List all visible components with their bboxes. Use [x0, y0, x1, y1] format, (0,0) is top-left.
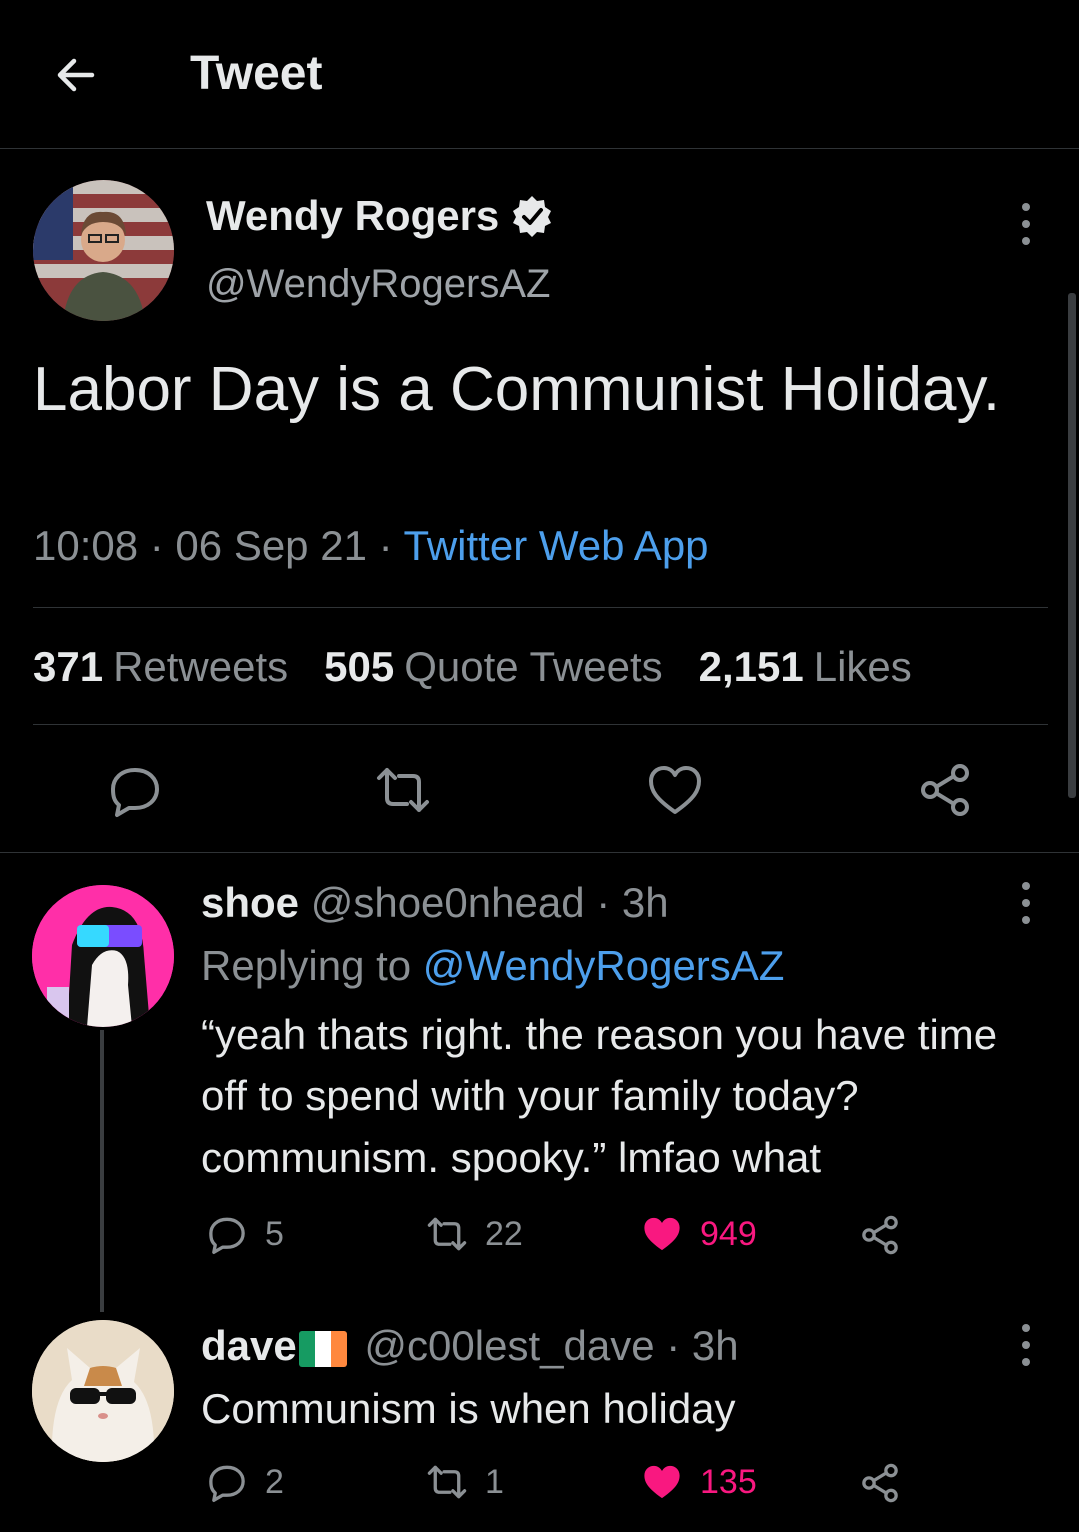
reply-header: shoe @shoe0nhead · 3h [201, 879, 669, 927]
author-name-row: Wendy Rogers [206, 192, 555, 240]
reply-count: 5 [265, 1214, 284, 1253]
divider [33, 724, 1048, 725]
like-action[interactable]: 135 [640, 1460, 757, 1504]
tweet-meta: 10:08 · 06 Sep 21 · Twitter Web App [33, 522, 709, 570]
reply-text: Communism is when holiday [201, 1385, 736, 1432]
replying-to-handle[interactable]: @WendyRogersAZ [423, 942, 785, 989]
reply-author-name[interactable]: shoe [201, 879, 299, 926]
back-arrow-icon[interactable] [50, 50, 100, 100]
reply-author-name[interactable]: dave [201, 1322, 297, 1369]
page-title: Tweet [190, 47, 323, 100]
retweet-icon[interactable] [373, 760, 433, 820]
author-name[interactable]: Wendy Rogers [206, 192, 499, 240]
retweet-count: 1 [485, 1462, 504, 1501]
tweet-stats: 371 Retweets 505 Quote Tweets 2,151 Likes [33, 643, 912, 691]
likes-stat[interactable]: 2,151 Likes [699, 643, 912, 691]
reply-author-avatar[interactable] [32, 1320, 174, 1462]
retweet-count: 22 [485, 1214, 523, 1253]
reply-icon[interactable] [105, 760, 165, 820]
retweet-action[interactable]: 22 [425, 1212, 523, 1256]
reply-text: “yeah thats right. the reason you have t… [201, 1011, 998, 1181]
reply-handle-time[interactable]: @shoe0nhead · 3h [311, 879, 669, 926]
author-handle[interactable]: @WendyRogersAZ [206, 262, 550, 307]
divider [33, 607, 1048, 608]
reply-handle-time[interactable]: @c00lest_dave · 3h [364, 1322, 738, 1369]
top-bar: Tweet [0, 0, 1079, 149]
reply-author-avatar[interactable] [32, 885, 174, 1027]
reply-header: dave @c00lest_dave · 3h [201, 1322, 739, 1370]
share-icon[interactable] [858, 1461, 902, 1505]
tweet-timestamp[interactable]: 10:08 · 06 Sep 21 · [33, 522, 404, 569]
replying-to: Replying to @WendyRogersAZ [201, 942, 785, 989]
tweet-text: Labor Day is a Communist Holiday. [33, 355, 1001, 424]
reply-count: 2 [265, 1462, 284, 1501]
verified-badge-icon [513, 196, 552, 237]
share-icon[interactable] [915, 760, 975, 820]
liked-heart-icon [644, 1217, 680, 1251]
tweet-source[interactable]: Twitter Web App [404, 522, 709, 569]
reply-action[interactable]: 5 [205, 1212, 284, 1256]
share-icon[interactable] [858, 1213, 902, 1257]
retweet-action[interactable]: 1 [425, 1460, 504, 1504]
retweet-icon [427, 1217, 467, 1251]
more-options-icon[interactable] [1020, 882, 1032, 924]
divider [0, 852, 1079, 853]
thread-connector-line [100, 1030, 104, 1312]
liked-heart-icon [644, 1465, 680, 1499]
like-count: 135 [700, 1462, 757, 1501]
author-avatar[interactable] [33, 180, 174, 321]
reply-icon [209, 1465, 245, 1502]
like-action[interactable]: 949 [640, 1212, 757, 1256]
more-options-icon[interactable] [1020, 1324, 1032, 1366]
quote-tweets-stat[interactable]: 505 Quote Tweets [324, 643, 662, 691]
more-options-icon[interactable] [1020, 203, 1032, 245]
retweets-stat[interactable]: 371 Retweets [33, 643, 288, 691]
like-count: 949 [700, 1214, 757, 1253]
ireland-flag-icon [298, 1330, 347, 1367]
scrollbar[interactable] [1068, 293, 1076, 798]
retweet-icon [427, 1465, 467, 1499]
like-heart-icon[interactable] [645, 760, 705, 820]
reply-icon [209, 1217, 245, 1254]
reply-action[interactable]: 2 [205, 1460, 284, 1504]
